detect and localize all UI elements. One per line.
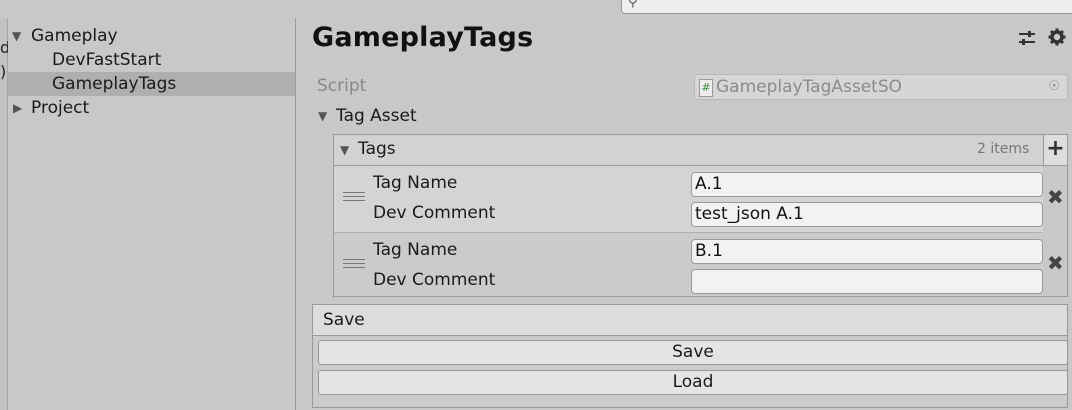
tree-item-gameplaytags[interactable]: GameplayTags [8,72,295,96]
tags-label: Tags [358,139,396,159]
tag-name-label: Tag Name [373,173,458,193]
foldout-triangle-icon[interactable]: ▼ [340,143,349,157]
collapse-triangle-icon[interactable]: ▶ [13,96,22,120]
tree-item-label: GameplayTags [52,74,177,94]
tree-item-label: DevFastStart [52,50,162,70]
dev-comment-field[interactable]: test_json A.1 [691,202,1043,227]
expand-triangle-icon[interactable]: ▼ [12,24,21,48]
tree-item-label: Project [31,98,90,118]
tag-name-field[interactable]: B.1 [691,239,1043,264]
add-element-button[interactable]: + [1043,134,1068,166]
list-item: Tag Name Dev Comment B.1 [333,232,1043,298]
tree-item-project[interactable]: ▶ Project [8,96,295,120]
drag-handle-icon[interactable] [343,192,365,206]
object-picker-icon[interactable]: ☉ [1048,79,1060,94]
save-button[interactable]: Save [318,340,1068,365]
list-bottom-border [333,296,1068,297]
csharp-script-icon: # [699,79,713,97]
remove-element-button[interactable]: ✖ [1047,185,1064,209]
search-input[interactable]: ⚲ [621,0,1072,14]
gear-icon[interactable] [1048,28,1066,51]
settings-tree: ▼ Gameplay DevFastStart GameplayTags ▶ P… [8,18,296,410]
dev-comment-label: Dev Comment [373,203,496,223]
tree-item-label: Gameplay [31,26,118,46]
dev-comment-field[interactable] [691,269,1043,294]
tag-name-label: Tag Name [373,240,458,260]
edge-char: ) [0,62,7,81]
script-value: GameplayTagAssetSO [716,77,903,97]
dev-comment-label: Dev Comment [373,270,496,290]
inspector-panel: GameplayTags Script # GameplayTagAssetSO… [296,18,1072,410]
foldout-triangle-icon[interactable]: ▼ [318,109,327,123]
load-button[interactable]: Load [318,370,1068,395]
remove-element-button[interactable]: ✖ [1047,251,1064,275]
tag-name-field[interactable]: A.1 [691,172,1043,197]
drag-handle-icon[interactable] [343,259,365,273]
sliders-icon[interactable] [1018,30,1036,51]
search-icon: ⚲ [628,0,638,10]
script-label: Script [317,76,367,96]
script-field: # GameplayTagAssetSO ☉ [694,74,1068,100]
tag-asset-foldout[interactable]: Tag Asset [336,106,417,126]
tree-item-gameplay[interactable]: ▼ Gameplay [8,24,295,48]
save-group-header: Save [312,304,1068,336]
list-right-border [1067,134,1068,297]
tags-count: 2 items [977,141,1030,157]
tree-item-devfaststart[interactable]: DevFastStart [8,48,295,72]
page-title: GameplayTags [312,22,534,53]
tags-list-header[interactable]: ▼ Tags 2 items [333,134,1068,166]
list-item: Tag Name Dev Comment A.1 test_json A.1 [333,166,1043,232]
left-edge-panel: d ) [0,18,10,410]
